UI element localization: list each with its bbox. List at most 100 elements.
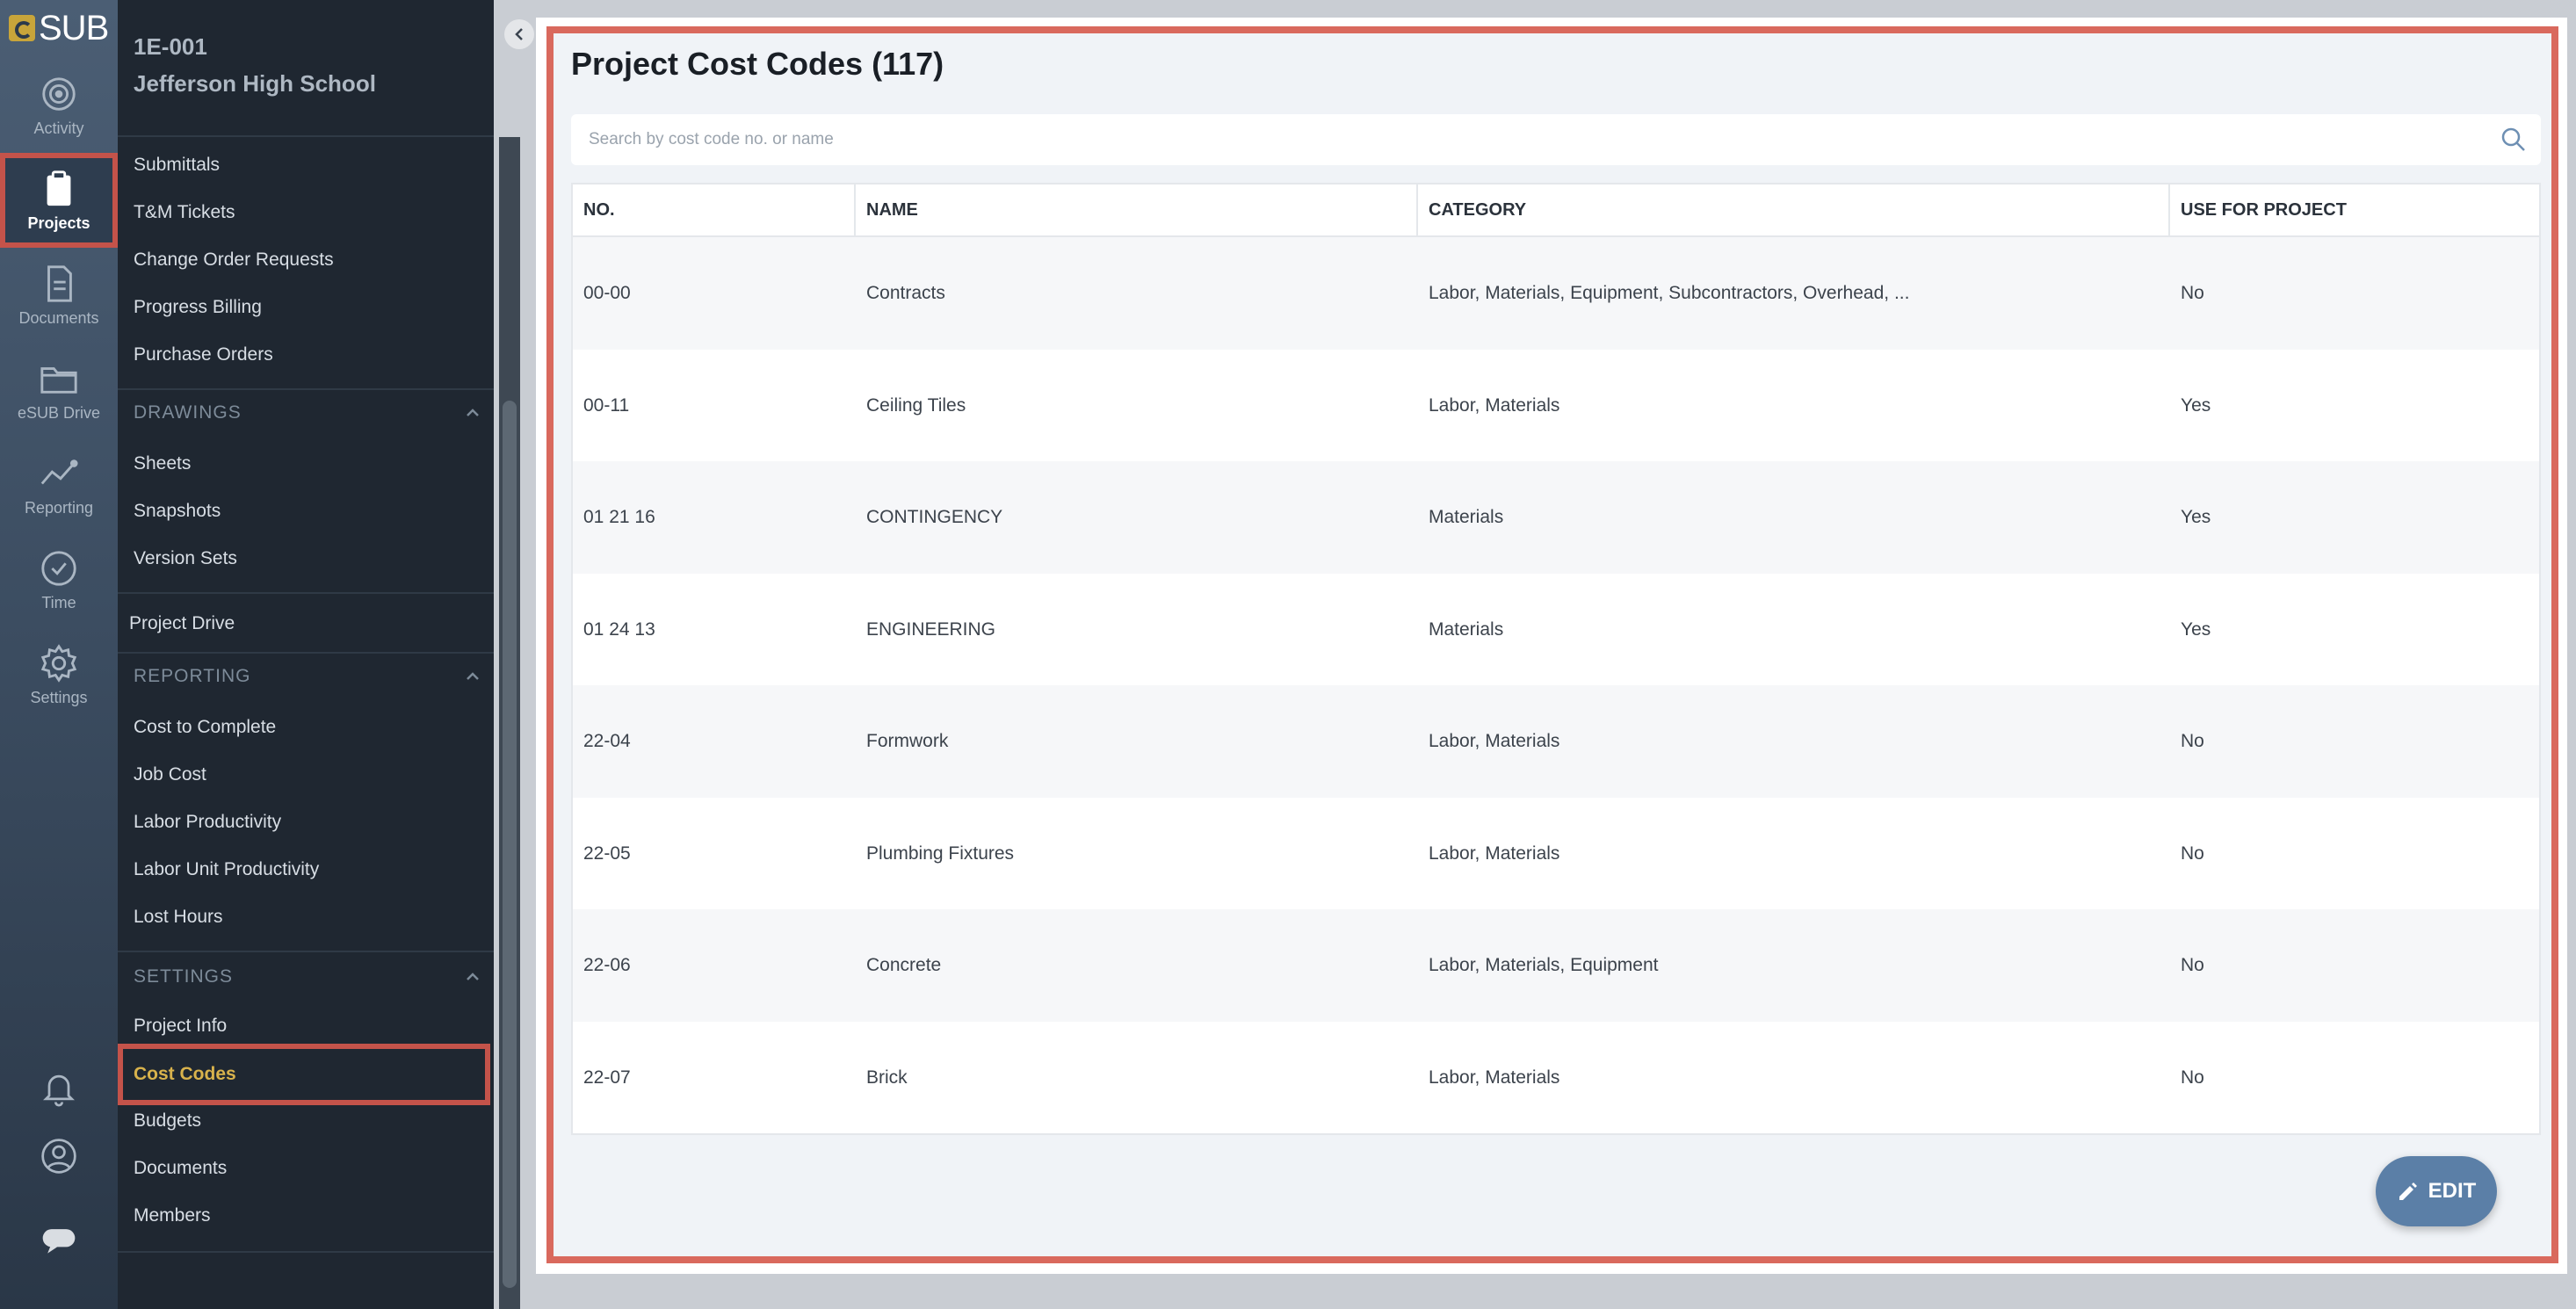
section-title: REPORTING [134, 666, 251, 686]
project-sidebar: 1E-001 Jefferson High School Submittals … [118, 0, 494, 1309]
search-icon[interactable] [2500, 127, 2527, 153]
document-icon [47, 264, 72, 302]
cell-use: No [2181, 955, 2204, 975]
sidebar-item-version-sets[interactable]: Version Sets [134, 541, 467, 576]
cell-no: 01 21 16 [583, 507, 655, 527]
cell-name: Contracts [866, 283, 945, 303]
sidebar-item-job-cost[interactable]: Job Cost [134, 757, 467, 792]
table-row[interactable]: 00-11 Ceiling Tiles Labor, Materials Yes [573, 349, 2539, 461]
bell-icon [43, 1074, 75, 1107]
cell-category: Labor, Materials [1429, 731, 1560, 751]
chevron-left-icon [515, 28, 523, 40]
cell-use: No [2181, 731, 2204, 751]
collapse-sidebar-button[interactable] [504, 19, 534, 49]
clipboard-icon [47, 170, 71, 206]
table-row[interactable]: 00-00 Contracts Labor, Materials, Equipm… [573, 237, 2539, 350]
column-header-name[interactable]: NAME [856, 184, 1418, 235]
search-input[interactable] [589, 125, 2434, 155]
rail-item-settings[interactable]: Settings [0, 627, 118, 722]
rail-item-reporting[interactable]: Reporting [0, 438, 118, 532]
cell-name: Brick [866, 1067, 908, 1088]
sidebar-item-members[interactable]: Members [134, 1198, 467, 1233]
sidebar-item-documents[interactable]: Documents [134, 1151, 467, 1186]
chart-icon [40, 459, 78, 484]
sidebar-item-sheets[interactable]: Sheets [134, 446, 467, 481]
edit-button[interactable]: EDIT [2376, 1156, 2497, 1226]
rail-item-time[interactable]: Time [0, 532, 118, 627]
rail-item-documents[interactable]: Documents [0, 248, 118, 343]
logo-text: SUB [39, 8, 109, 47]
sidebar-item-tm-tickets[interactable]: T&M Tickets [134, 195, 467, 230]
main-panel: Project Cost Codes (117) NO. NAME CATEGO… [546, 26, 2558, 1263]
sidebar-item-change-order-requests[interactable]: Change Order Requests [134, 242, 467, 278]
cell-category: Labor, Materials, Equipment, Subcontract… [1429, 283, 1910, 303]
divider [118, 652, 494, 654]
sidebar-item-cost-to-complete[interactable]: Cost to Complete [134, 710, 467, 745]
table-row[interactable]: 22-04 Formwork Labor, Materials No [573, 685, 2539, 798]
column-header-category[interactable]: CATEGORY [1418, 184, 2170, 235]
rail-label: Reporting [24, 498, 94, 517]
column-header-use-for-project[interactable]: USE FOR PROJECT [2170, 184, 2539, 235]
chat-bubble-icon [42, 1229, 76, 1254]
cell-use: No [2181, 843, 2204, 864]
activity-icon [42, 76, 76, 111]
sidebar-item-submittals[interactable]: Submittals [134, 148, 467, 183]
sidebar-item-labor-productivity[interactable]: Labor Productivity [134, 805, 467, 840]
table-row[interactable]: 01 21 16 CONTINGENCY Materials Yes [573, 461, 2539, 574]
sidebar-item-lost-hours[interactable]: Lost Hours [134, 900, 467, 935]
rail-item-esub-drive[interactable]: eSUB Drive [0, 343, 118, 438]
table-row[interactable]: 22-05 Plumbing Fixtures Labor, Materials… [573, 797, 2539, 909]
cell-no: 00-00 [583, 283, 631, 303]
sidebar-item-project-drive[interactable]: Project Drive [129, 606, 463, 641]
esub-logo[interactable]: SUB [9, 7, 109, 49]
cell-category: Materials [1429, 618, 1504, 640]
cell-use: Yes [2181, 618, 2211, 640]
cell-no: 01 24 13 [583, 618, 655, 640]
sidebar-item-project-info[interactable]: Project Info [134, 1009, 467, 1044]
sidebar-item-snapshots[interactable]: Snapshots [134, 494, 467, 529]
cell-no: 22-04 [583, 731, 631, 751]
cell-name: Plumbing Fixtures [866, 843, 1015, 864]
cell-use: No [2181, 1067, 2204, 1088]
scrollbar-thumb[interactable] [503, 401, 517, 1288]
cell-name: CONTINGENCY [866, 507, 1003, 527]
cell-no: 00-11 [583, 394, 630, 416]
sidebar-scrollbar[interactable] [499, 137, 520, 1309]
table-header: NO. NAME CATEGORY USE FOR PROJECT [573, 184, 2539, 237]
cell-use: Yes [2181, 394, 2211, 416]
cell-use: Yes [2181, 507, 2211, 527]
cell-category: Labor, Materials, Equipment [1429, 955, 1659, 975]
cell-name: Ceiling Tiles [866, 394, 966, 416]
page-title: Project Cost Codes (117) [571, 46, 944, 82]
user-avatar-icon [41, 1139, 76, 1174]
cell-no: 22-06 [583, 955, 631, 975]
sidebar-item-budgets[interactable]: Budgets [134, 1103, 467, 1139]
rail-label: Settings [30, 688, 88, 706]
sidebar-item-progress-billing[interactable]: Progress Billing [134, 290, 467, 325]
sidebar-item-labor-unit-productivity[interactable]: Labor Unit Productivity [134, 852, 467, 887]
search-bar [571, 114, 2541, 165]
section-header-drawings[interactable]: DRAWINGS [134, 395, 485, 430]
rail-label: Activity [33, 119, 84, 137]
rail-label: eSUB Drive [17, 403, 101, 422]
sidebar-item-purchase-orders[interactable]: Purchase Orders [134, 337, 467, 372]
chevron-up-icon [467, 973, 479, 980]
section-title: SETTINGS [134, 966, 234, 987]
rail-item-projects[interactable]: Projects [0, 153, 118, 248]
notifications-button[interactable] [0, 1068, 118, 1107]
rail-label: Projects [27, 213, 90, 232]
rail-item-activity[interactable]: Activity [0, 58, 118, 153]
profile-button[interactable] [0, 1137, 118, 1175]
folder-icon [40, 366, 77, 394]
table-row[interactable]: 01 24 13 ENGINEERING Materials Yes [573, 573, 2539, 685]
project-code: 1E-001 [134, 33, 207, 60]
table-row[interactable]: 22-07 Brick Labor, Materials No [573, 1021, 2539, 1133]
table-row[interactable]: 22-06 Concrete Labor, Materials, Equipme… [573, 909, 2539, 1022]
section-title: DRAWINGS [134, 402, 242, 423]
sidebar-item-cost-codes[interactable]: Cost Codes [118, 1044, 490, 1105]
cell-category: Labor, Materials [1429, 1067, 1560, 1088]
column-header-no[interactable]: NO. [573, 184, 856, 235]
section-header-settings[interactable]: SETTINGS [134, 959, 485, 994]
chat-button[interactable] [0, 1221, 118, 1260]
section-header-reporting[interactable]: REPORTING [134, 659, 485, 694]
